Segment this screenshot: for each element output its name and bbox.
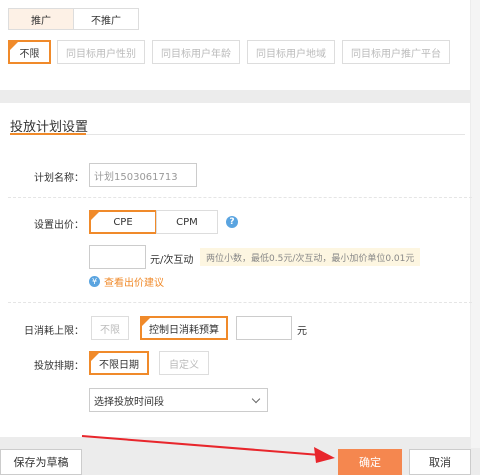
bid-amount-input[interactable] (89, 245, 146, 269)
scrollbar[interactable] (471, 0, 480, 448)
save-draft-button[interactable]: 保存为草稿 (0, 449, 82, 475)
bid-unit-label: 元/次互动 (150, 255, 194, 266)
schedule-custom-button[interactable]: 自定义 (159, 351, 209, 375)
time-period-select[interactable]: 选择投放时间段 (89, 388, 268, 412)
bid-suggestion-text: 查看出价建议 (104, 278, 164, 289)
bid-suggestion-link[interactable]: ¥ 查看出价建议 (89, 274, 164, 289)
schedule-label: 投放排期： (34, 361, 84, 372)
help-icon[interactable]: ? (226, 216, 238, 228)
arrow-head (314, 447, 335, 463)
cancel-button[interactable]: 取消 (409, 449, 471, 475)
schedule-unlimited-button[interactable]: 不限日期 (89, 351, 149, 375)
targeting-unlimited[interactable]: 不限 (8, 40, 51, 64)
bid-label: 设置出价： (34, 220, 84, 231)
daily-limit-unlimited[interactable]: 不限 (91, 316, 129, 340)
tab-promote[interactable]: 推广 (8, 8, 74, 30)
bid-cpe-button[interactable]: CPE (89, 210, 157, 234)
targeting-age[interactable]: 同目标用户年龄 (152, 40, 240, 64)
plan-settings-panel (0, 103, 470, 437)
yen-icon: ¥ (89, 276, 100, 287)
bid-hint: 两位小数，最低0.5元/次互动，最小加价单位0.01元 (200, 248, 421, 266)
divider (8, 197, 472, 198)
plan-name-label: 计划名称： (34, 173, 84, 184)
daily-limit-budget-button[interactable]: 控制日消耗预算 (140, 316, 228, 340)
targeting-gender[interactable]: 同目标用户性别 (57, 40, 145, 64)
daily-budget-input[interactable] (236, 316, 292, 340)
chevron-down-icon (251, 394, 261, 404)
plan-name-input[interactable]: 计划1503061713 (89, 163, 197, 187)
confirm-button[interactable]: 确定 (338, 449, 402, 475)
divider (8, 302, 472, 303)
targeting-platform[interactable]: 同目标用户推广平台 (342, 40, 450, 64)
arrow-shaft (81, 435, 321, 456)
time-period-select-text: 选择投放时间段 (94, 396, 164, 408)
tab-no-promote[interactable]: 不推广 (73, 8, 139, 30)
bid-cpm-button[interactable]: CPM (156, 210, 218, 234)
title-underline (10, 133, 86, 135)
daily-limit-label: 日消耗上限： (24, 326, 84, 337)
targeting-region[interactable]: 同目标用户地域 (247, 40, 335, 64)
daily-budget-unit: 元 (297, 326, 307, 337)
